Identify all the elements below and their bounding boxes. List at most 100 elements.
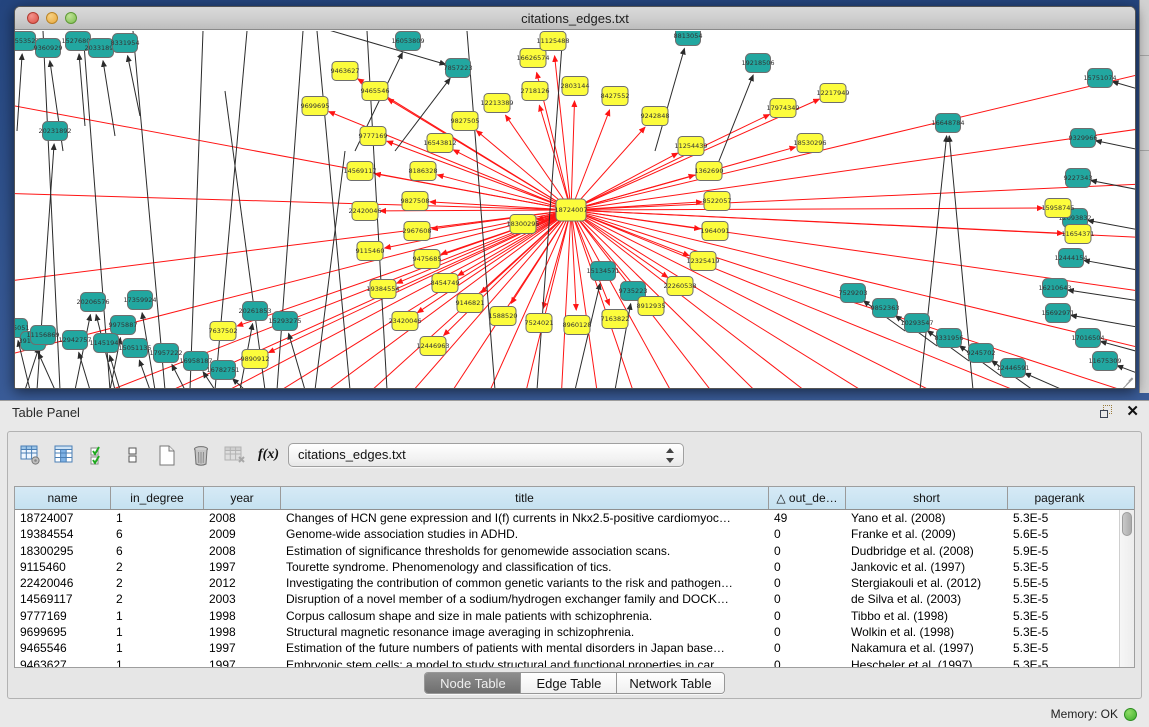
- network-node[interactable]: 8813054: [674, 31, 703, 46]
- network-node[interactable]: 22420046: [348, 202, 381, 221]
- cell-short[interactable]: Stergiakouli et al. (2012): [846, 575, 1008, 591]
- citation-network-graph[interactable]: 1055352793609291527680320331892833195420…: [15, 31, 1135, 388]
- network-node[interactable]: 11156869: [26, 326, 59, 345]
- network-node[interactable]: 9975887: [109, 316, 138, 335]
- cell-pagerank[interactable]: 5.3E-5: [1008, 640, 1111, 656]
- network-node[interactable]: 1362690: [695, 162, 724, 181]
- network-node[interactable]: 15751074: [1083, 69, 1116, 88]
- cell-in_degree[interactable]: 6: [111, 543, 204, 559]
- column-header-pagerank[interactable]: pagerank: [1008, 487, 1111, 509]
- network-node[interactable]: 9245702: [967, 344, 996, 363]
- network-node[interactable]: 16210643: [1038, 279, 1071, 298]
- network-node[interactable]: 10293547: [900, 314, 933, 333]
- network-node[interactable]: 8331954: [111, 34, 140, 53]
- network-node[interactable]: 19218506: [741, 54, 774, 73]
- network-node[interactable]: 7524021: [525, 314, 554, 333]
- network-node[interactable]: 9360929: [34, 39, 63, 58]
- network-node[interactable]: 12213389: [480, 94, 513, 113]
- cell-short[interactable]: Nakamura et al. (1997): [846, 640, 1008, 656]
- cell-out_degree[interactable]: 0: [769, 543, 846, 559]
- network-node[interactable]: 17359924: [123, 291, 156, 310]
- network-window-titlebar[interactable]: citations_edges.txt: [15, 7, 1135, 30]
- network-node[interactable]: 7529203: [839, 284, 868, 303]
- network-node[interactable]: 9463627: [331, 62, 360, 81]
- network-node[interactable]: 16543812: [423, 134, 456, 153]
- column-header-year[interactable]: year: [204, 487, 281, 509]
- window-resize-grip[interactable]: [1120, 373, 1133, 386]
- cell-name[interactable]: 18724007: [15, 510, 111, 526]
- cell-pagerank[interactable]: 5.5E-5: [1008, 575, 1111, 591]
- network-node[interactable]: 22260538: [663, 277, 696, 296]
- network-node[interactable]: 2967608: [403, 222, 432, 241]
- network-node[interactable]: 9227343: [1064, 169, 1093, 188]
- cell-title[interactable]: Embryonic stem cells: a model to study s…: [281, 657, 769, 667]
- network-node[interactable]: 8522057: [703, 192, 732, 211]
- cell-in_degree[interactable]: 2: [111, 575, 204, 591]
- cell-title[interactable]: Estimation of significance thresholds fo…: [281, 543, 769, 559]
- network-node[interactable]: 18530296: [793, 134, 826, 153]
- network-node[interactable]: 7637502: [209, 322, 238, 341]
- network-node[interactable]: 9699695: [301, 97, 330, 116]
- cell-pagerank[interactable]: 5.9E-5: [1008, 543, 1111, 559]
- network-node[interactable]: 9465546: [361, 82, 390, 101]
- network-node[interactable]: 9777169: [359, 127, 388, 146]
- table-row[interactable]: 911546021997Tourette syndrome. Phenomeno…: [15, 559, 1119, 575]
- cell-in_degree[interactable]: 1: [111, 608, 204, 624]
- network-node[interactable]: 14569117: [343, 162, 376, 181]
- cell-out_degree[interactable]: 0: [769, 559, 846, 575]
- column-header-short[interactable]: short: [846, 487, 1008, 509]
- cell-title[interactable]: Disruption of a novel member of a sodium…: [281, 591, 769, 607]
- network-node[interactable]: 15692971: [1041, 304, 1074, 323]
- column-header-out_de[interactable]: △ out_de…: [769, 487, 846, 509]
- table-mode-button[interactable]: [18, 443, 43, 468]
- network-node[interactable]: 20206576: [76, 293, 109, 312]
- cell-in_degree[interactable]: 1: [111, 657, 204, 667]
- network-node[interactable]: 1964091: [701, 222, 730, 241]
- cell-pagerank[interactable]: 5.3E-5: [1008, 624, 1111, 640]
- network-node[interactable]: 9475685: [413, 250, 442, 269]
- cell-name[interactable]: 18300295: [15, 543, 111, 559]
- new-column-button[interactable]: [154, 443, 179, 468]
- show-columns-button[interactable]: [52, 443, 77, 468]
- close-panel-icon[interactable]: ✕: [1126, 405, 1139, 419]
- cell-year[interactable]: 1998: [204, 624, 281, 640]
- table-row[interactable]: 1456911722003Disruption of a novel membe…: [15, 591, 1119, 607]
- cell-name[interactable]: 9777169: [15, 608, 111, 624]
- network-node[interactable]: 17957222: [149, 344, 182, 363]
- cell-short[interactable]: Hescheler et al. (1997): [846, 657, 1008, 667]
- network-node[interactable]: 7857223: [444, 59, 473, 78]
- cell-name[interactable]: 9699695: [15, 624, 111, 640]
- cell-out_degree[interactable]: 0: [769, 575, 846, 591]
- cell-name[interactable]: 9463627: [15, 657, 111, 667]
- network-node[interactable]: 19384554: [366, 280, 399, 299]
- network-node[interactable]: 2803144: [561, 77, 590, 96]
- cell-in_degree[interactable]: 1: [111, 510, 204, 526]
- tab-network-table[interactable]: Network Table: [617, 673, 723, 693]
- network-node[interactable]: 7163822: [601, 310, 630, 329]
- network-node[interactable]: 9890912: [241, 350, 270, 369]
- table-row[interactable]: 2242004622012Investigating the contribut…: [15, 575, 1119, 591]
- float-panel-icon[interactable]: [1100, 405, 1114, 419]
- network-node[interactable]: 16626574: [516, 49, 549, 68]
- table-scrollbar[interactable]: [1119, 510, 1134, 667]
- cell-short[interactable]: Wolkin et al. (1998): [846, 624, 1008, 640]
- function-builder-button[interactable]: f(x): [256, 443, 281, 468]
- network-node[interactable]: 18300295: [506, 215, 539, 234]
- network-node[interactable]: 15134571: [586, 262, 619, 281]
- cell-short[interactable]: Franke et al. (2009): [846, 526, 1008, 542]
- network-node[interactable]: 15958745: [1041, 199, 1074, 218]
- cell-in_degree[interactable]: 6: [111, 526, 204, 542]
- cell-out_degree[interactable]: 0: [769, 624, 846, 640]
- cell-short[interactable]: de Silva et al. (2003): [846, 591, 1008, 607]
- delete-table-button[interactable]: [222, 443, 247, 468]
- network-node[interactable]: 12444154: [1054, 249, 1087, 268]
- cell-in_degree[interactable]: 1: [111, 640, 204, 656]
- network-node[interactable]: 9827505: [451, 112, 480, 131]
- network-node[interactable]: 17974349: [766, 99, 799, 118]
- cell-pagerank[interactable]: 5.3E-5: [1008, 559, 1111, 575]
- cell-name[interactable]: 9465546: [15, 640, 111, 656]
- network-node[interactable]: 11654371: [1061, 225, 1094, 244]
- cell-short[interactable]: Jankovic et al. (1997): [846, 559, 1008, 575]
- network-node[interactable]: 16782751: [206, 361, 239, 380]
- cell-short[interactable]: Yano et al. (2008): [846, 510, 1008, 526]
